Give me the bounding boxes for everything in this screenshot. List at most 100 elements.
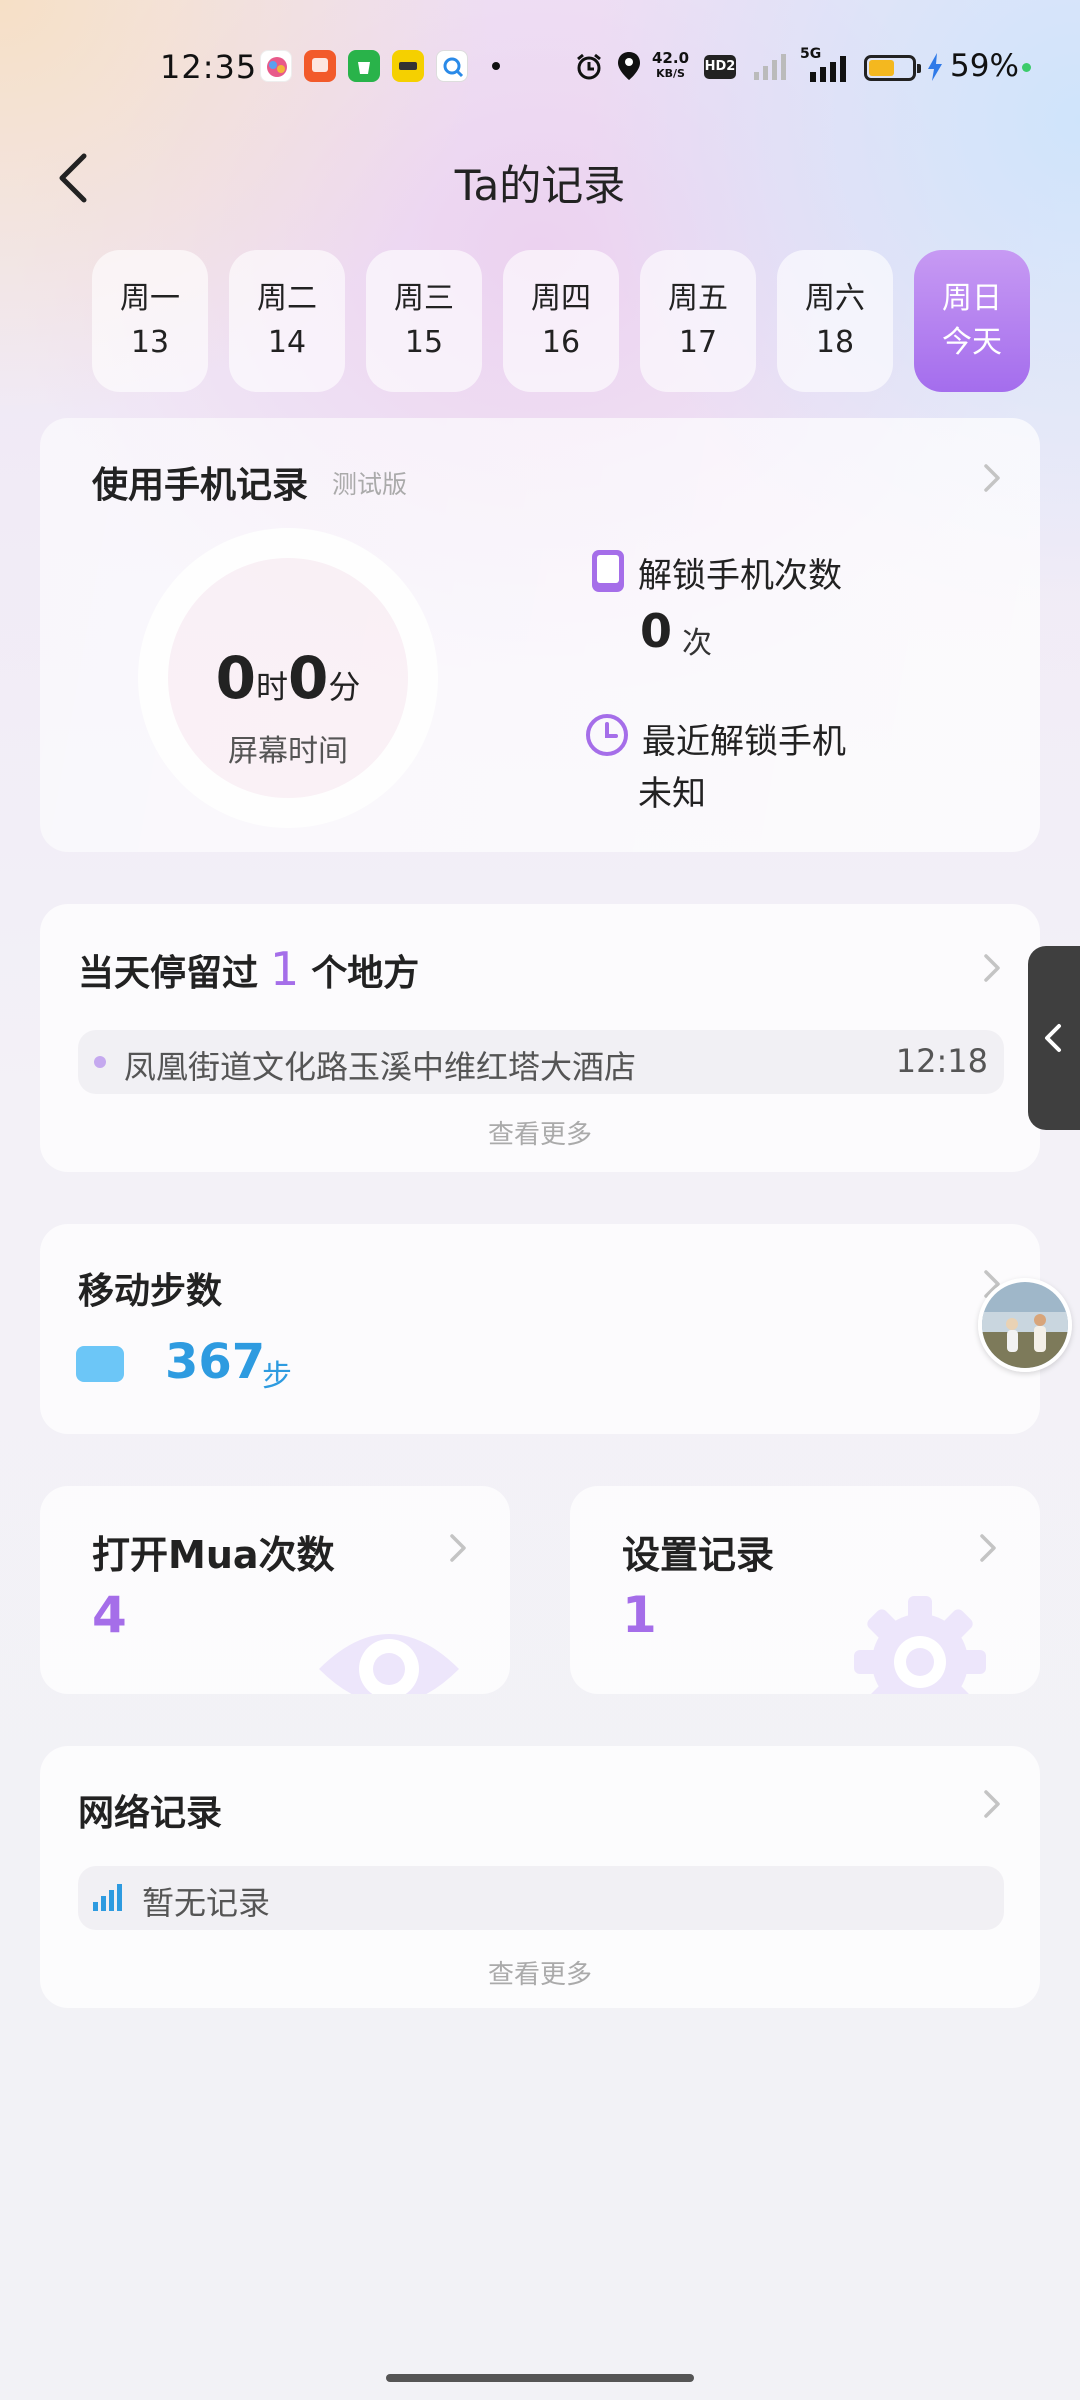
- screen-time-value: 0时0分: [168, 644, 408, 712]
- status-bar: 12:35 42.0 KB/S HD2 5G 59%: [0, 0, 1080, 140]
- day-tab-date: 13: [130, 325, 170, 360]
- day-tab[interactable]: 周日 今天: [914, 250, 1030, 392]
- wifi-signal-icon: [93, 1884, 122, 1911]
- page-title: Ta的记录: [454, 161, 626, 210]
- place-name: 凤凰街道文化路玉溪中维红塔大酒店: [124, 1048, 637, 1086]
- mua-open-count-value: 4: [92, 1586, 127, 1644]
- day-tab-weekday: 周日: [942, 281, 1002, 316]
- view-more-link[interactable]: 查看更多: [40, 1954, 1040, 1991]
- network-speed-unit: KB/S: [656, 67, 685, 80]
- avatar-photo: [982, 1282, 1068, 1368]
- steps-value: 367: [165, 1334, 266, 1390]
- steps-card[interactable]: 移动步数 367 步: [40, 1224, 1040, 1434]
- network-empty-text: 暂无记录: [142, 1884, 271, 1922]
- floating-avatar[interactable]: [978, 1278, 1072, 1372]
- day-tab[interactable]: 周六 18: [777, 250, 893, 392]
- network-speed-value: 42.0: [652, 49, 690, 67]
- chevron-left-icon: [1045, 1024, 1061, 1052]
- network-speed: 42.0 KB/S: [652, 50, 689, 82]
- battery-fill: [869, 60, 894, 76]
- side-drawer-handle[interactable]: [1028, 946, 1080, 1130]
- screen-time-label: 屏幕时间: [228, 734, 348, 769]
- place-list-item[interactable]: 凤凰街道文化路玉溪中维红塔大酒店 12:18: [78, 1030, 1004, 1094]
- mua-open-count-card[interactable]: 打开Mua次数 4: [40, 1486, 510, 1694]
- steps-title: 移动步数: [78, 1271, 223, 1312]
- mua-open-count-title: 打开Mua次数: [92, 1533, 335, 1577]
- network-record-card[interactable]: 网络记录 暂无记录 查看更多: [40, 1746, 1040, 2008]
- day-tab-weekday: 周三: [394, 281, 454, 316]
- signal-icon-sim1: [754, 54, 786, 80]
- place-dot-icon: [94, 1056, 106, 1068]
- app-icon-1: [260, 50, 292, 82]
- places-card[interactable]: 当天停留过 1 个地方 凤凰街道文化路玉溪中维红塔大酒店 12:18 查看更多: [40, 904, 1040, 1172]
- phone-icon: [592, 550, 624, 592]
- day-tab-date: 16: [541, 325, 581, 360]
- unlock-count-unit: 次: [682, 626, 712, 661]
- settings-record-title: 设置记录: [622, 1533, 775, 1577]
- day-tab-date: 15: [404, 325, 444, 360]
- screen-time-ring: 0时0分 屏幕时间: [138, 528, 438, 828]
- chevron-right-icon[interactable]: [980, 462, 1004, 494]
- screen-time-minutes: 0: [288, 644, 329, 712]
- phone-usage-card[interactable]: 使用手机记录 测试版 0时0分 屏幕时间 解锁手机次数 0 次 最近解锁手机 未…: [40, 418, 1040, 852]
- last-unlock-value: 未知: [638, 774, 706, 814]
- day-tab-weekday: 周六: [805, 281, 865, 316]
- app-icon-5: [436, 50, 468, 82]
- unlock-count-label: 解锁手机次数: [638, 556, 842, 596]
- last-unlock-label: 最近解锁手机: [642, 722, 846, 762]
- settings-record-card[interactable]: 设置记录 1: [570, 1486, 1040, 1694]
- place-time: 12:18: [895, 1042, 988, 1080]
- alarm-icon: [577, 53, 601, 80]
- app-icon-2: [304, 50, 336, 82]
- day-tab[interactable]: 周五 17: [640, 250, 756, 392]
- battery-percent: 59%: [950, 48, 1019, 84]
- home-indicator[interactable]: [386, 2374, 694, 2382]
- day-tab[interactable]: 周四 16: [503, 250, 619, 392]
- usage-title: 使用手机记录: [92, 465, 309, 506]
- day-tab-date: 18: [815, 325, 855, 360]
- day-tab-date: 14: [267, 325, 307, 360]
- places-count: 1: [270, 942, 300, 996]
- steps-icon: [76, 1346, 124, 1382]
- gear-icon: [854, 1596, 986, 1694]
- app-icon-3: [348, 50, 380, 82]
- chevron-right-icon[interactable]: [980, 952, 1004, 984]
- chevron-right-icon[interactable]: [976, 1532, 1000, 1564]
- signal-icon-sim2: [810, 56, 846, 82]
- steps-unit: 步: [262, 1359, 292, 1394]
- app-icon-4: [392, 50, 424, 82]
- network-record-title: 网络记录: [78, 1793, 223, 1834]
- privacy-indicator-dot: [1022, 63, 1031, 72]
- minutes-unit: 分: [328, 668, 361, 706]
- status-time: 12:35: [160, 48, 258, 86]
- day-tab-weekday: 周二: [257, 281, 317, 316]
- day-tab-weekday: 周四: [531, 281, 591, 316]
- settings-record-value: 1: [622, 1586, 657, 1644]
- chevron-right-icon[interactable]: [446, 1532, 470, 1564]
- day-tab-weekday: 周五: [668, 281, 728, 316]
- chevron-right-icon[interactable]: [980, 1788, 1004, 1820]
- day-tab-weekday: 周一: [120, 281, 180, 316]
- places-title: 当天停留过 1 个地方: [78, 942, 419, 996]
- hours-unit: 时: [255, 668, 288, 706]
- battery-icon: [864, 55, 921, 81]
- unlock-count-value: 0: [640, 604, 673, 658]
- beta-badge: 测试版: [332, 470, 408, 499]
- charging-icon: [928, 53, 942, 81]
- clock-icon: [586, 714, 628, 756]
- view-more-link[interactable]: 查看更多: [40, 1114, 1040, 1151]
- day-tab[interactable]: 周一 13: [92, 250, 208, 392]
- day-tab[interactable]: 周三 15: [366, 250, 482, 392]
- day-tab-date: 今天: [942, 325, 1002, 360]
- day-tab-date: 17: [678, 325, 718, 360]
- week-selector: 周一 13 周二 14 周三 15 周四 16 周五 17 周六 18 周日今天: [92, 250, 1030, 392]
- hd-badge: HD2: [704, 55, 736, 79]
- notification-dot: [492, 62, 500, 70]
- screen-time-hours: 0: [215, 644, 256, 712]
- places-title-suffix: 个地方: [311, 953, 420, 994]
- eye-icon: [319, 1634, 459, 1694]
- day-tab[interactable]: 周二 14: [229, 250, 345, 392]
- location-icon: [618, 52, 640, 80]
- places-title-prefix: 当天停留过: [78, 953, 259, 994]
- network-empty-row: 暂无记录: [78, 1866, 1004, 1930]
